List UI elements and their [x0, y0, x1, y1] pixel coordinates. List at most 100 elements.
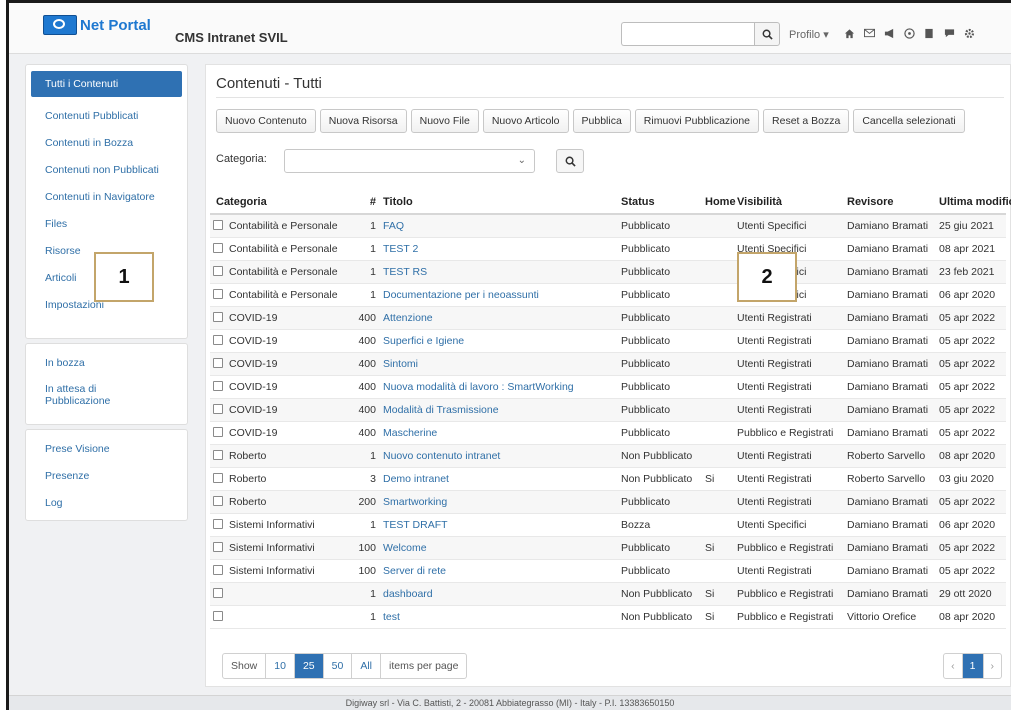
cell-titolo[interactable]: Nuovo contenuto intranet	[380, 444, 618, 468]
row-checkbox[interactable]	[213, 450, 223, 460]
table-row[interactable]: Sistemi Informativi 100 Server di rete Pubb…	[210, 559, 1006, 583]
gear-icon[interactable]	[963, 26, 975, 40]
col-header-ultima-modifica[interactable]: Ultima modifica	[936, 191, 1011, 215]
reset-to-draft-button[interactable]: Reset a Bozza	[763, 109, 850, 133]
sidebar-item-presenze[interactable]: Presenze	[31, 463, 182, 490]
col-header-status[interactable]: Status	[618, 191, 702, 215]
title-link[interactable]: Modalità di Trasmissione	[383, 404, 499, 416]
chat-icon[interactable]	[943, 26, 955, 40]
cell-titolo[interactable]: TEST DRAFT	[380, 513, 618, 537]
cell-titolo[interactable]: FAQ	[380, 214, 618, 238]
table-row[interactable]: Contabilità e Personale 1 Documentazione p…	[210, 283, 1006, 307]
cell-titolo[interactable]: Nuova modalità di lavoro : SmartWorking	[380, 375, 618, 399]
title-link[interactable]: Smartworking	[383, 496, 447, 508]
page-size-25[interactable]: 25	[294, 654, 324, 678]
row-checkbox[interactable]	[213, 289, 223, 299]
row-checkbox[interactable]	[213, 220, 223, 230]
sidebar-item-in-bozza[interactable]: In bozza	[31, 350, 182, 377]
compass-icon[interactable]	[903, 26, 915, 40]
page-size-all[interactable]: All	[352, 654, 381, 678]
title-link[interactable]: test	[383, 611, 400, 623]
title-link[interactable]: Welcome	[383, 542, 427, 554]
sidebar-item-contenuti-bozza[interactable]: Contenuti in Bozza	[31, 130, 182, 157]
col-header-number[interactable]: #	[340, 191, 380, 215]
table-row[interactable]: Contabilità e Personale 1 FAQ Pubblicato Ute…	[210, 214, 1006, 238]
category-search-button[interactable]	[556, 149, 584, 173]
search-button[interactable]	[754, 22, 780, 46]
row-checkbox[interactable]	[213, 565, 223, 575]
col-header-visibilita[interactable]: Visibilità	[734, 191, 844, 215]
cell-titolo[interactable]: TEST RS	[380, 260, 618, 284]
title-link[interactable]: TEST DRAFT	[383, 519, 448, 531]
book-icon[interactable]	[923, 26, 935, 40]
row-checkbox[interactable]	[213, 381, 223, 391]
cell-titolo[interactable]: Modalità di Trasmissione	[380, 398, 618, 422]
cell-titolo[interactable]: Demo intranet	[380, 467, 618, 491]
row-checkbox[interactable]	[213, 358, 223, 368]
cell-titolo[interactable]: Superfici e Igiene	[380, 329, 618, 353]
unpublish-button[interactable]: Rimuovi Pubblicazione	[634, 109, 760, 133]
title-link[interactable]: Superfici e Igiene	[383, 335, 464, 347]
title-link[interactable]: FAQ	[383, 220, 404, 232]
col-header-titolo[interactable]: Titolo	[380, 191, 618, 215]
cell-titolo[interactable]: Attenzione	[380, 306, 618, 330]
sidebar-item-prese-visione[interactable]: Prese Visione	[31, 436, 182, 463]
sidebar-item-contenuti-non-pubblicati[interactable]: Contenuti non Pubblicati	[31, 157, 182, 184]
sidebar-item-contenuti-navigatore[interactable]: Contenuti in Navigatore	[31, 184, 182, 211]
table-row[interactable]: COVID-19 400 Modalità di Trasmissione Pubbl…	[210, 398, 1006, 422]
page-size-10[interactable]: 10	[266, 654, 295, 678]
table-row[interactable]: Contabilità e Personale 1 TEST RS Pubblicat…	[210, 260, 1006, 284]
row-checkbox[interactable]	[213, 473, 223, 483]
cell-titolo[interactable]: TEST 2	[380, 237, 618, 261]
logo[interactable]: Net Portal	[43, 14, 151, 36]
sidebar-item-in-attesa-pubblicazione[interactable]: In attesa di Pubblicazione	[31, 377, 151, 413]
row-checkbox[interactable]	[213, 427, 223, 437]
profile-menu[interactable]: Profilo ▾	[789, 28, 829, 41]
home-icon[interactable]	[843, 26, 855, 40]
cell-titolo[interactable]: test	[380, 605, 618, 629]
table-row[interactable]: Contabilità e Personale 1 TEST 2 Pubblicato…	[210, 237, 1006, 261]
cell-titolo[interactable]: Smartworking	[380, 490, 618, 514]
table-row[interactable]: COVID-19 400 Attenzione Pubblicato Utenti Re…	[210, 306, 1006, 330]
col-header-home[interactable]: Home	[702, 191, 736, 215]
cell-titolo[interactable]: Sintomi	[380, 352, 618, 376]
mail-icon[interactable]	[863, 26, 875, 40]
table-row[interactable]: 1 dashboard Non Pubblicato Si Pubblico e Reg…	[210, 582, 1006, 606]
sidebar-item-files[interactable]: Files	[31, 211, 182, 238]
row-checkbox[interactable]	[213, 335, 223, 345]
table-row[interactable]: COVID-19 400 Mascherine Pubblicato Pubblico …	[210, 421, 1006, 445]
new-article-button[interactable]: Nuovo Articolo	[482, 109, 569, 133]
col-header-revisore[interactable]: Revisore	[844, 191, 936, 215]
cell-titolo[interactable]: dashboard	[380, 582, 618, 606]
title-link[interactable]: Documentazione per i neoassunti	[383, 289, 539, 301]
category-select[interactable]: ⌄	[284, 149, 535, 173]
cell-titolo[interactable]: Documentazione per i neoassunti	[380, 283, 618, 307]
row-checkbox[interactable]	[213, 519, 223, 529]
table-row[interactable]: Sistemi Informativi 1 TEST DRAFT Bozza Utent…	[210, 513, 1006, 537]
row-checkbox[interactable]	[213, 611, 223, 621]
new-resource-button[interactable]: Nuova Risorsa	[319, 109, 407, 133]
title-link[interactable]: Attenzione	[383, 312, 433, 324]
title-link[interactable]: Server di rete	[383, 565, 446, 577]
row-checkbox[interactable]	[213, 404, 223, 414]
page-1-button[interactable]: 1	[962, 654, 984, 678]
cell-titolo[interactable]: Mascherine	[380, 421, 618, 445]
page-size-50[interactable]: 50	[324, 654, 353, 678]
new-content-button[interactable]: Nuovo Contenuto	[216, 109, 316, 133]
table-row[interactable]: COVID-19 400 Superfici e Igiene Pubblicato U…	[210, 329, 1006, 353]
sidebar-item-tutti-contenuti[interactable]: Tutti i Contenuti	[31, 71, 182, 97]
table-row[interactable]: Roberto 3 Demo intranet Non Pubblicato Si Ute…	[210, 467, 1006, 491]
cell-titolo[interactable]: Server di rete	[380, 559, 618, 583]
table-row[interactable]: Sistemi Informativi 100 Welcome Pubblicato S…	[210, 536, 1006, 560]
row-checkbox[interactable]	[213, 588, 223, 598]
table-row[interactable]: Roberto 1 Nuovo contenuto intranet Non Pubb…	[210, 444, 1006, 468]
table-row[interactable]: Roberto 200 Smartworking Pubblicato Utenti R…	[210, 490, 1006, 514]
title-link[interactable]: Nuova modalità di lavoro : SmartWorking	[383, 381, 574, 393]
table-row[interactable]: 1 test Non Pubblicato Si Pubblico e Registra…	[210, 605, 1006, 629]
row-checkbox[interactable]	[213, 542, 223, 552]
title-link[interactable]: Mascherine	[383, 427, 437, 439]
prev-page-button[interactable]: ‹	[944, 654, 963, 678]
delete-selected-button[interactable]: Cancella selezionati	[853, 109, 965, 133]
table-row[interactable]: COVID-19 400 Sintomi Pubblicato Utenti Regis…	[210, 352, 1006, 376]
table-row[interactable]: COVID-19 400 Nuova modalità di lavoro : Sm…	[210, 375, 1006, 399]
